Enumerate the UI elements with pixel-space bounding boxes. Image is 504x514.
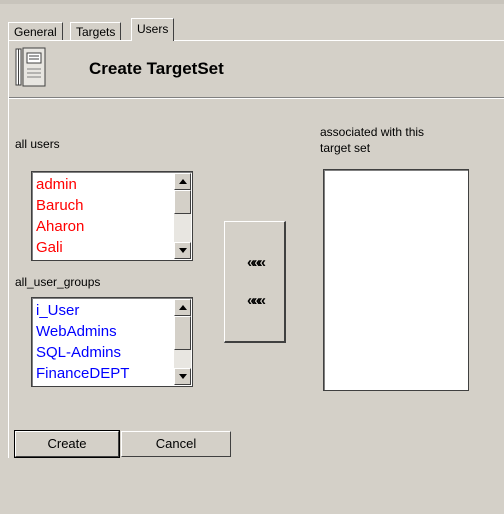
arrow-up-icon bbox=[178, 179, 187, 184]
list-item[interactable]: Aharon bbox=[34, 216, 172, 237]
tab-targets[interactable]: Targets bbox=[70, 22, 122, 41]
list-item[interactable]: i_User bbox=[34, 300, 172, 321]
window-top-strip bbox=[0, 0, 504, 4]
all-user-groups-scrollbar[interactable] bbox=[174, 299, 191, 385]
all-users-listbox[interactable]: admin Baruch Aharon Gali bbox=[31, 171, 193, 261]
book-icon bbox=[15, 47, 46, 87]
create-button[interactable]: Create bbox=[14, 430, 120, 458]
header-divider bbox=[9, 97, 504, 99]
list-item[interactable]: admin bbox=[34, 174, 172, 195]
scroll-down-button[interactable] bbox=[174, 242, 191, 259]
list-item[interactable]: Baruch bbox=[34, 195, 172, 216]
list-item[interactable]: WebAdmins bbox=[34, 321, 172, 342]
list-item[interactable]: Gali bbox=[34, 237, 172, 258]
associated-label-line1: associated with this bbox=[320, 125, 425, 139]
panel-header: Create TargetSet bbox=[9, 41, 504, 97]
all-users-scrollbar[interactable] bbox=[174, 173, 191, 259]
add-groups-button[interactable]: ««« bbox=[235, 286, 275, 316]
list-item[interactable]: FinanceDEPT bbox=[34, 363, 172, 384]
arrow-down-icon bbox=[178, 248, 187, 253]
tab-users[interactable]: Users bbox=[131, 18, 175, 41]
scroll-up-button[interactable] bbox=[174, 173, 191, 190]
associated-listbox[interactable] bbox=[323, 169, 469, 391]
all-user-groups-listbox[interactable]: i_User WebAdmins SQL-Admins FinanceDEPT bbox=[31, 297, 193, 387]
scroll-down-button[interactable] bbox=[174, 368, 191, 385]
list-item[interactable]: SQL-Admins bbox=[34, 342, 172, 363]
tab-general[interactable]: General bbox=[8, 22, 63, 41]
scroll-thumb[interactable] bbox=[174, 190, 191, 214]
arrow-up-icon bbox=[178, 305, 187, 310]
all-users-label: all users bbox=[15, 137, 60, 151]
page-title: Create TargetSet bbox=[89, 59, 224, 78]
move-buttons-box: ««« ««« bbox=[224, 221, 286, 343]
users-tab-panel: Create TargetSet all users admin Baruch Ah… bbox=[8, 40, 504, 458]
all-user-groups-label: all_user_groups bbox=[15, 275, 101, 289]
scroll-up-button[interactable] bbox=[174, 299, 191, 316]
add-users-button[interactable]: ««« bbox=[235, 248, 275, 278]
arrow-down-icon bbox=[178, 374, 187, 379]
scroll-thumb[interactable] bbox=[174, 316, 191, 350]
cancel-button[interactable]: Cancel bbox=[121, 431, 231, 457]
associated-label-line2: target set bbox=[320, 141, 371, 155]
